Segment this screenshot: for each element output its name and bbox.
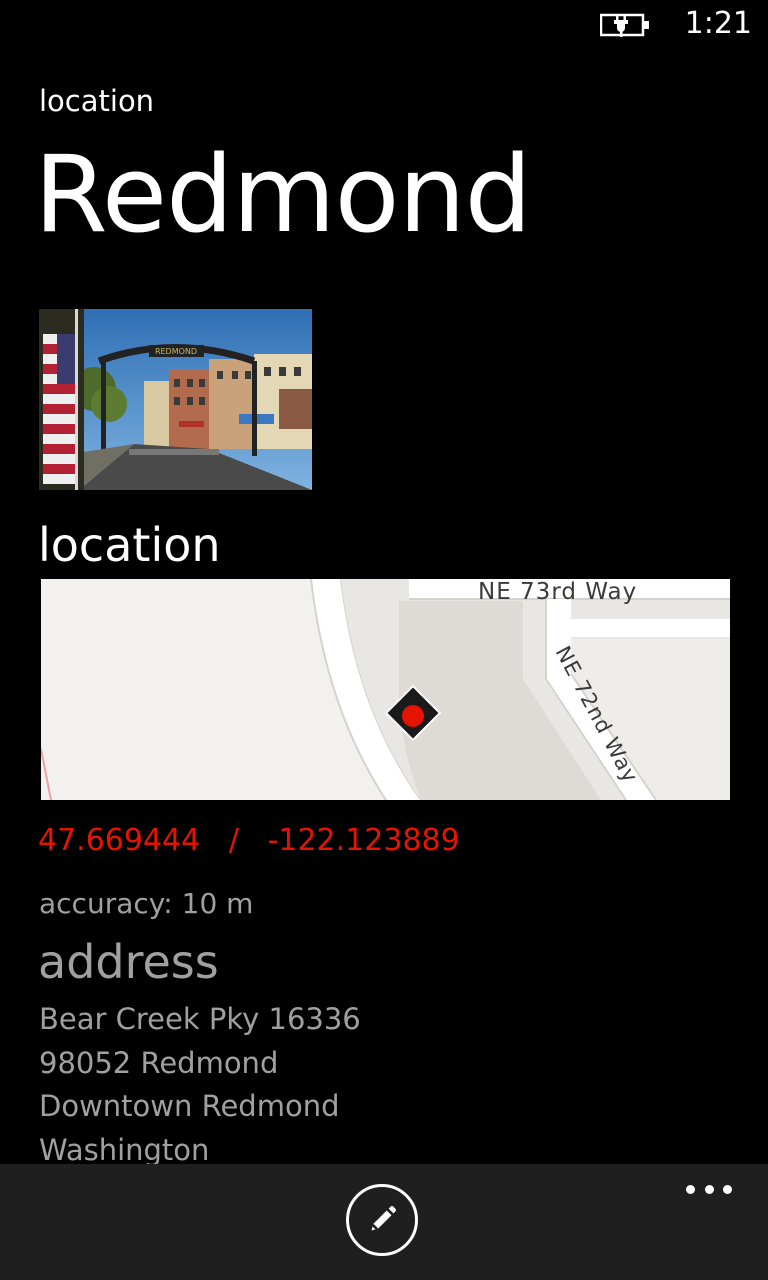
location-map[interactable]: NE 73rd Way NE 72nd Way: [41, 579, 730, 800]
address-line-district: Downtown Redmond: [39, 1089, 340, 1123]
status-clock: 1:21: [684, 6, 752, 41]
address-line-street: Bear Creek Pky 16336: [39, 1002, 361, 1036]
accuracy-text: accuracy: 10 m: [39, 887, 254, 920]
photo-sign-text: REDMOND: [155, 347, 197, 356]
coordinates: 47.669444 / -122.123889: [38, 823, 460, 858]
street-label-ne-73rd: NE 73rd Way: [478, 579, 637, 605]
pencil-edit-icon: [371, 1206, 396, 1231]
app-title: location: [39, 84, 155, 118]
location-heading: location: [38, 518, 221, 572]
latitude-value: 47.669444: [38, 823, 201, 858]
page-title: Redmond: [34, 133, 532, 256]
address-heading: address: [38, 935, 219, 989]
city-photo[interactable]: REDMOND: [39, 309, 312, 490]
battery-charging-icon: [600, 13, 649, 37]
coordinate-separator: /: [228, 823, 239, 858]
edit-button[interactable]: [346, 1184, 418, 1256]
status-bar: 1:21: [0, 0, 768, 50]
ellipsis-more-icon: [686, 1184, 695, 1194]
longitude-value: -122.123889: [267, 823, 460, 858]
address-line-postal: 98052 Redmond: [39, 1045, 279, 1080]
more-button[interactable]: [686, 1182, 732, 1196]
address-block: Bear Creek Pky 16336 98052 Redmond Downt…: [39, 998, 361, 1172]
application-bar: [0, 1164, 768, 1280]
